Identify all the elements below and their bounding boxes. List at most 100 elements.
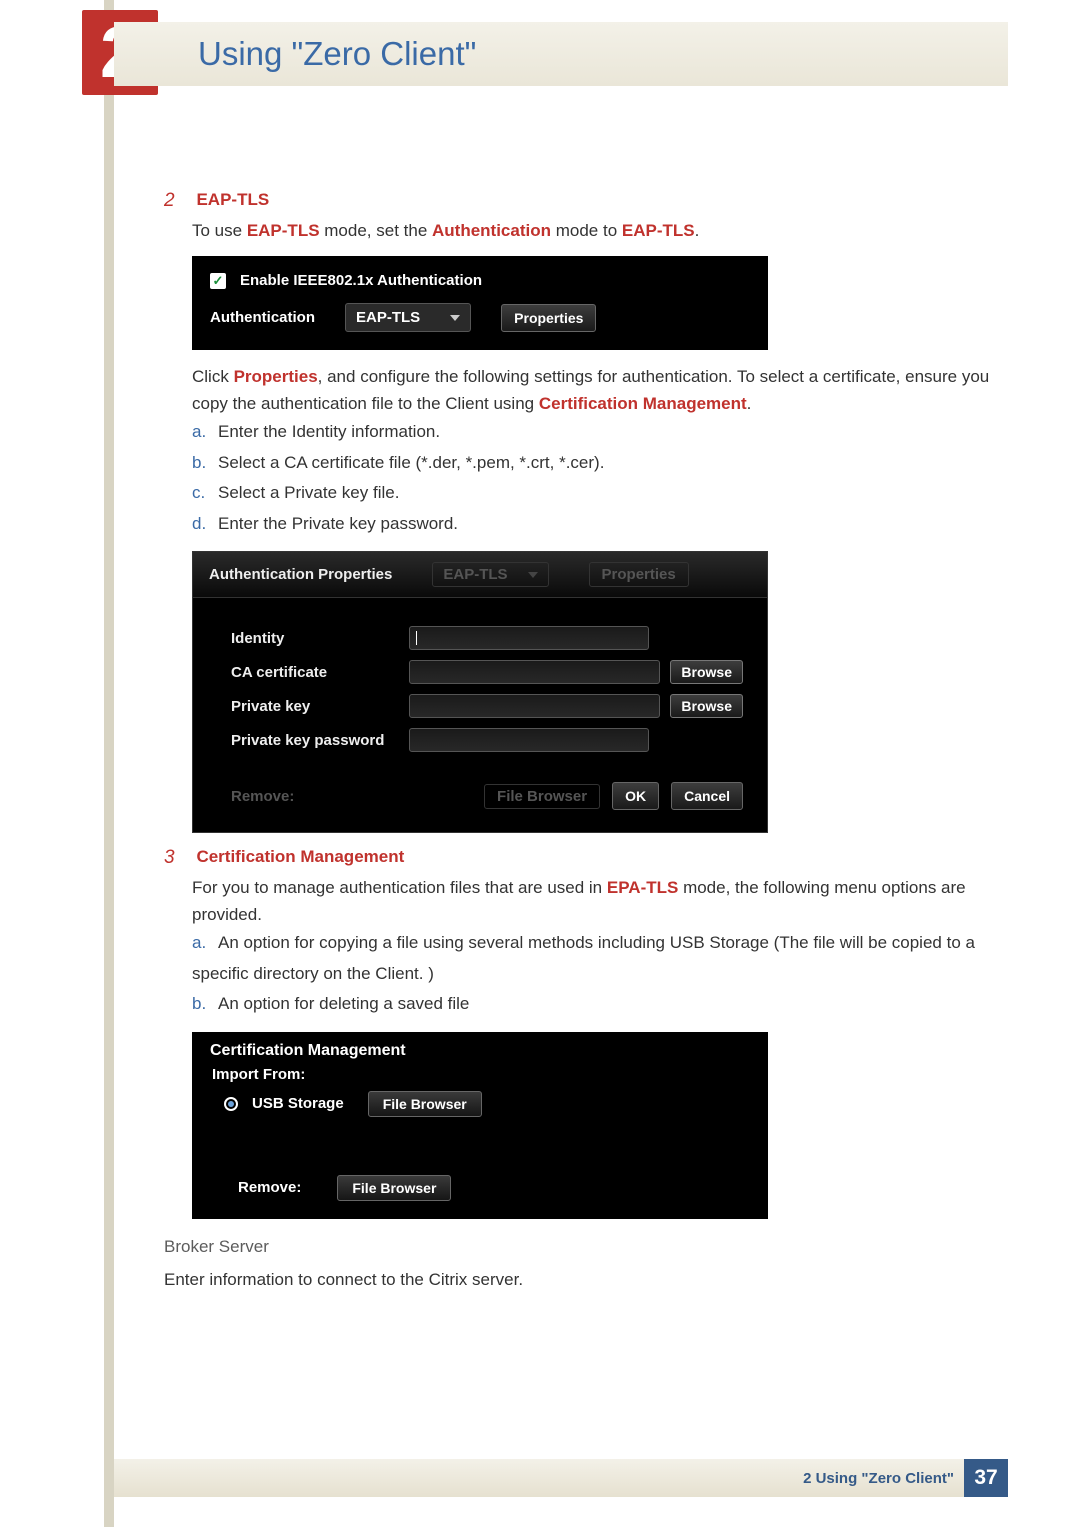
ca-row: CA certificate Browse <box>231 660 743 684</box>
step2-sub-c: c.Select a Private key file. <box>192 478 1008 509</box>
step-3-header: 3 Certification Management <box>164 847 1008 869</box>
pk-label: Private key <box>231 698 399 715</box>
identity-row: Identity <box>231 626 743 650</box>
properties-button[interactable]: Properties <box>501 304 596 332</box>
step-title: Certification Management <box>196 847 404 866</box>
chevron-down-icon <box>528 572 538 578</box>
step2-para2: Click Properties, and configure the foll… <box>192 364 1008 417</box>
step3-sub-b: b.An option for deleting a saved file <box>192 989 1008 1020</box>
dialog-buttons: Remove: File Browser OK Cancel <box>193 782 767 832</box>
chevron-down-icon <box>450 315 460 321</box>
pk-input[interactable] <box>409 694 660 718</box>
step3-intro: For you to manage authentication files t… <box>192 875 1008 928</box>
dialog-title: Authentication Properties <box>209 566 392 583</box>
dialog-body: Identity CA certificate Browse Private k… <box>193 598 767 782</box>
ca-label: CA certificate <box>231 664 399 681</box>
enable-label: Enable IEEE802.1x Authentication <box>240 272 482 289</box>
page-footer: 2 Using "Zero Client" 37 <box>114 1459 1008 1497</box>
cert-mgmt-title: Certification Management <box>210 1042 750 1060</box>
step2-sub-b: b.Select a CA certificate file (*.der, *… <box>192 448 1008 479</box>
step2-intro: To use EAP-TLS mode, set the Authenticat… <box>192 218 1008 244</box>
ghost-file-browser: File Browser <box>484 784 600 809</box>
t: Select a <box>218 483 284 502</box>
footer-section: 2 Using "Zero Client" <box>803 1470 954 1487</box>
ok-button[interactable]: OK <box>612 782 659 810</box>
t: Select a <box>218 453 284 472</box>
screenshot-ieee-auth: ✓ Enable IEEE802.1x Authentication Authe… <box>192 256 768 350</box>
ghost-remove: Remove: <box>231 788 294 805</box>
dialog-header: Authentication Properties EAP-TLS Proper… <box>193 552 767 598</box>
t: file (*.der, *.pem, *.crt, *.cer). <box>384 453 604 472</box>
remove-row: Remove: File Browser <box>238 1175 750 1201</box>
t: mode, set the <box>320 221 432 240</box>
pkpw-input[interactable] <box>409 728 649 752</box>
broker-heading: Broker Server <box>164 1237 1008 1257</box>
pkpw-row: Private key password <box>231 728 743 752</box>
t: USB Storage <box>670 933 769 952</box>
t: EAP-TLS <box>247 221 320 240</box>
enable-checkbox[interactable]: ✓ <box>210 273 226 289</box>
step3-sub-a: a.An option for copying a file using sev… <box>192 928 1008 989</box>
ca-input[interactable] <box>409 660 660 684</box>
import-from-label: Import From: <box>212 1066 750 1083</box>
t: An option for copying a file using sever… <box>218 933 670 952</box>
screenshot-cert-management: Certification Management Import From: US… <box>192 1032 768 1219</box>
t: file. <box>368 483 399 502</box>
enable-row: ✓ Enable IEEE802.1x Authentication <box>210 272 750 289</box>
usb-storage-row: USB Storage File Browser <box>224 1091 750 1117</box>
pkpw-label: Private key password <box>231 732 399 749</box>
m: b. <box>192 448 218 479</box>
t: Authentication <box>432 221 551 240</box>
remove-file-browser-button[interactable]: File Browser <box>337 1175 451 1201</box>
usb-storage-radio[interactable] <box>224 1097 238 1111</box>
usb-storage-label: USB Storage <box>252 1095 344 1112</box>
t: Private key <box>284 483 368 502</box>
t: For you to manage authentication files t… <box>192 878 607 897</box>
step-2-header: 2 EAP-TLS <box>164 190 1008 212</box>
spacer <box>210 1117 750 1175</box>
ca-browse-button[interactable]: Browse <box>670 660 743 684</box>
chapter-title: Using "Zero Client" <box>198 35 476 73</box>
import-file-browser-button[interactable]: File Browser <box>368 1091 482 1117</box>
pk-browse-button[interactable]: Browse <box>670 694 743 718</box>
m: b. <box>192 989 218 1020</box>
t: Identity <box>292 422 347 441</box>
auth-combo[interactable]: EAP-TLS <box>345 303 471 332</box>
t: information. <box>347 422 441 441</box>
t: Private key password <box>292 514 454 533</box>
step2-sub-a: a.Enter the Identity information. <box>192 417 1008 448</box>
screenshot-auth-properties: Authentication Properties EAP-TLS Proper… <box>192 551 768 833</box>
auth-combo-value: EAP-TLS <box>356 309 420 326</box>
t: Click <box>192 367 234 386</box>
t: Enter the <box>218 422 292 441</box>
t: . <box>695 221 700 240</box>
remove-label: Remove: <box>238 1179 301 1196</box>
identity-input[interactable] <box>409 626 649 650</box>
t: EPA-TLS <box>607 878 678 897</box>
identity-label: Identity <box>231 630 399 647</box>
auth-label: Authentication <box>210 309 315 326</box>
pk-row: Private key Browse <box>231 694 743 718</box>
cancel-button[interactable]: Cancel <box>671 782 743 810</box>
m: d. <box>192 509 218 540</box>
broker-text: Enter information to connect to the Citr… <box>164 1267 1008 1293</box>
step-number: 2 <box>164 190 192 212</box>
content-area: 2 EAP-TLS To use EAP-TLS mode, set the A… <box>164 190 1008 1293</box>
ghost-combo: EAP-TLS <box>432 562 548 587</box>
step2-sub-d: d.Enter the Private key password. <box>192 509 1008 540</box>
t: Enter the <box>218 514 292 533</box>
m: c. <box>192 478 218 509</box>
t: Properties <box>234 367 318 386</box>
t: To use <box>192 221 247 240</box>
text-cursor <box>416 631 417 645</box>
m: a. <box>192 928 218 959</box>
step-title: EAP-TLS <box>196 190 269 209</box>
m: a. <box>192 417 218 448</box>
t: . <box>453 514 458 533</box>
t: EAP-TLS <box>443 566 507 583</box>
page-number: 37 <box>964 1459 1008 1497</box>
ghost-properties: Properties <box>589 562 689 587</box>
t: EAP-TLS <box>622 221 695 240</box>
header-bar: Using "Zero Client" <box>114 22 1008 86</box>
auth-row: Authentication EAP-TLS Properties <box>210 303 750 332</box>
